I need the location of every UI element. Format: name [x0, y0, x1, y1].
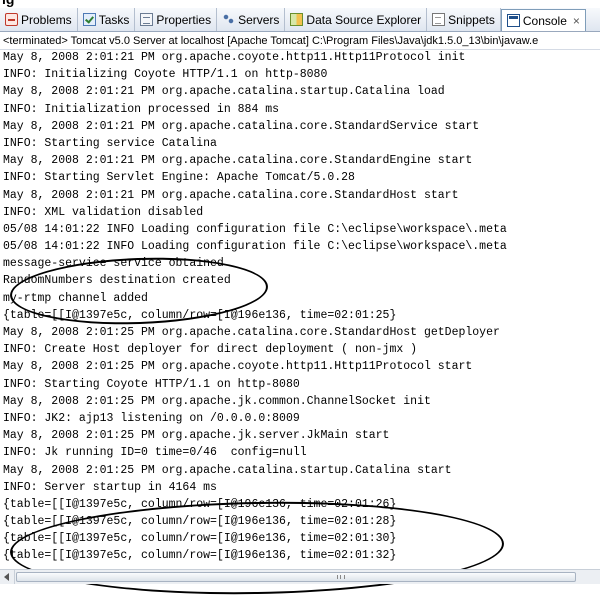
- console-line: INFO: Server startup in 4164 ms: [3, 480, 217, 494]
- console-line: my-rtmp channel added: [3, 291, 148, 305]
- console-icon: [506, 14, 520, 27]
- tab-servers[interactable]: Servers: [217, 8, 286, 31]
- console-line: INFO: Starting service Catalina: [3, 136, 217, 150]
- console-line: {table=[[I@1397e5c, column/row=[I@196e13…: [3, 515, 397, 529]
- datasource-icon: [290, 13, 304, 26]
- console-line: May 8, 2008 2:01:25 PM org.apache.catali…: [3, 326, 500, 339]
- tab-label: Problems: [21, 12, 72, 27]
- console-line: May 8, 2008 2:01:21 PM org.apache.catali…: [3, 188, 459, 202]
- console-line: INFO: Initialization processed in 884 ms: [3, 102, 280, 116]
- console-status-line: <terminated> Tomcat v5.0 Server at local…: [0, 33, 600, 50]
- console-line: May 8, 2008 2:01:25 PM org.apache.catali…: [3, 463, 452, 477]
- window-title-text: ig: [2, 0, 14, 7]
- console-line: INFO: Starting Coyote HTTP/1.1 on http-8…: [3, 377, 300, 391]
- scroll-left-arrow-icon[interactable]: [0, 570, 15, 584]
- console-line: RandomNumbers destination created: [3, 274, 231, 288]
- console-line: May 8, 2008 2:01:21 PM org.apache.catali…: [3, 154, 473, 168]
- console-line: {table=[[I@1397e5c, column/row=[I@196e13…: [3, 549, 397, 563]
- tab-label: Servers: [238, 12, 280, 27]
- problems-icon: [5, 13, 18, 26]
- console-output[interactable]: May 8, 2008 2:01:21 PM org.apache.coyote…: [0, 51, 600, 569]
- console-line: INFO: XML validation disabled: [3, 205, 204, 219]
- console-line: message-service service obtained: [3, 257, 224, 271]
- console-line: May 8, 2008 2:01:21 PM org.apache.coyote…: [3, 51, 466, 64]
- console-line: May 8, 2008 2:01:21 PM org.apache.catali…: [3, 119, 480, 133]
- tab-tasks[interactable]: Tasks: [78, 8, 136, 31]
- horizontal-scrollbar[interactable]: [0, 569, 600, 584]
- console-line: {table=[[I@1397e5c, column/row=[I@196e13…: [3, 532, 397, 546]
- close-icon[interactable]: ×: [573, 14, 580, 28]
- properties-icon: [140, 13, 154, 26]
- tab-properties[interactable]: Properties: [135, 8, 218, 31]
- servers-icon: [222, 13, 236, 26]
- console-line: INFO: Starting Servlet Engine: Apache To…: [3, 171, 355, 185]
- tab-label: Console: [522, 13, 567, 28]
- console-line: May 8, 2008 2:01:21 PM org.apache.catali…: [3, 85, 445, 99]
- window-title-fragment: ig: [0, 0, 600, 8]
- tab-snippets[interactable]: Snippets: [427, 8, 501, 31]
- console-line: INFO: Jk running ID=0 time=0/46 config=n…: [3, 446, 307, 460]
- tab-label: Tasks: [98, 12, 130, 27]
- tab-data-source-explorer[interactable]: Data Source Explorer: [285, 8, 428, 31]
- console-line: INFO: Initializing Coyote HTTP/1.1 on ht…: [3, 68, 328, 82]
- console-line: May 8, 2008 2:01:25 PM org.apache.jk.com…: [3, 394, 431, 408]
- tab-console[interactable]: Console ×: [500, 9, 586, 31]
- tasks-icon: [82, 13, 96, 26]
- console-line: {table=[[I@1397e5c, column/row=[I@196e13…: [3, 308, 397, 322]
- scrollbar-grip-icon: [337, 575, 345, 579]
- view-tab-bar: Problems Tasks Properties Servers Data Sourc…: [0, 8, 600, 32]
- tab-problems[interactable]: Problems: [0, 8, 78, 31]
- console-line: May 8, 2008 2:01:25 PM org.apache.jk.ser…: [3, 429, 390, 443]
- tab-label: Properties: [156, 12, 212, 27]
- console-line: INFO: JK2: ajp13 listening on /0.0.0.0:8…: [3, 411, 300, 425]
- console-line: {table=[[I@1397e5c, column/row=[I@196e13…: [3, 497, 397, 511]
- console-line: 05/08 14:01:22 INFO Loading configuratio…: [3, 222, 507, 236]
- console-line: INFO: Create Host deployer for direct de…: [3, 343, 418, 357]
- tab-label: Snippets: [448, 12, 495, 27]
- snippets-icon: [432, 13, 446, 26]
- scrollbar-thumb[interactable]: [16, 572, 576, 582]
- console-line: May 8, 2008 2:01:25 PM org.apache.coyote…: [3, 360, 473, 374]
- console-line: 05/08 14:01:22 INFO Loading configuratio…: [3, 240, 507, 254]
- tab-label: Data Source Explorer: [306, 12, 422, 27]
